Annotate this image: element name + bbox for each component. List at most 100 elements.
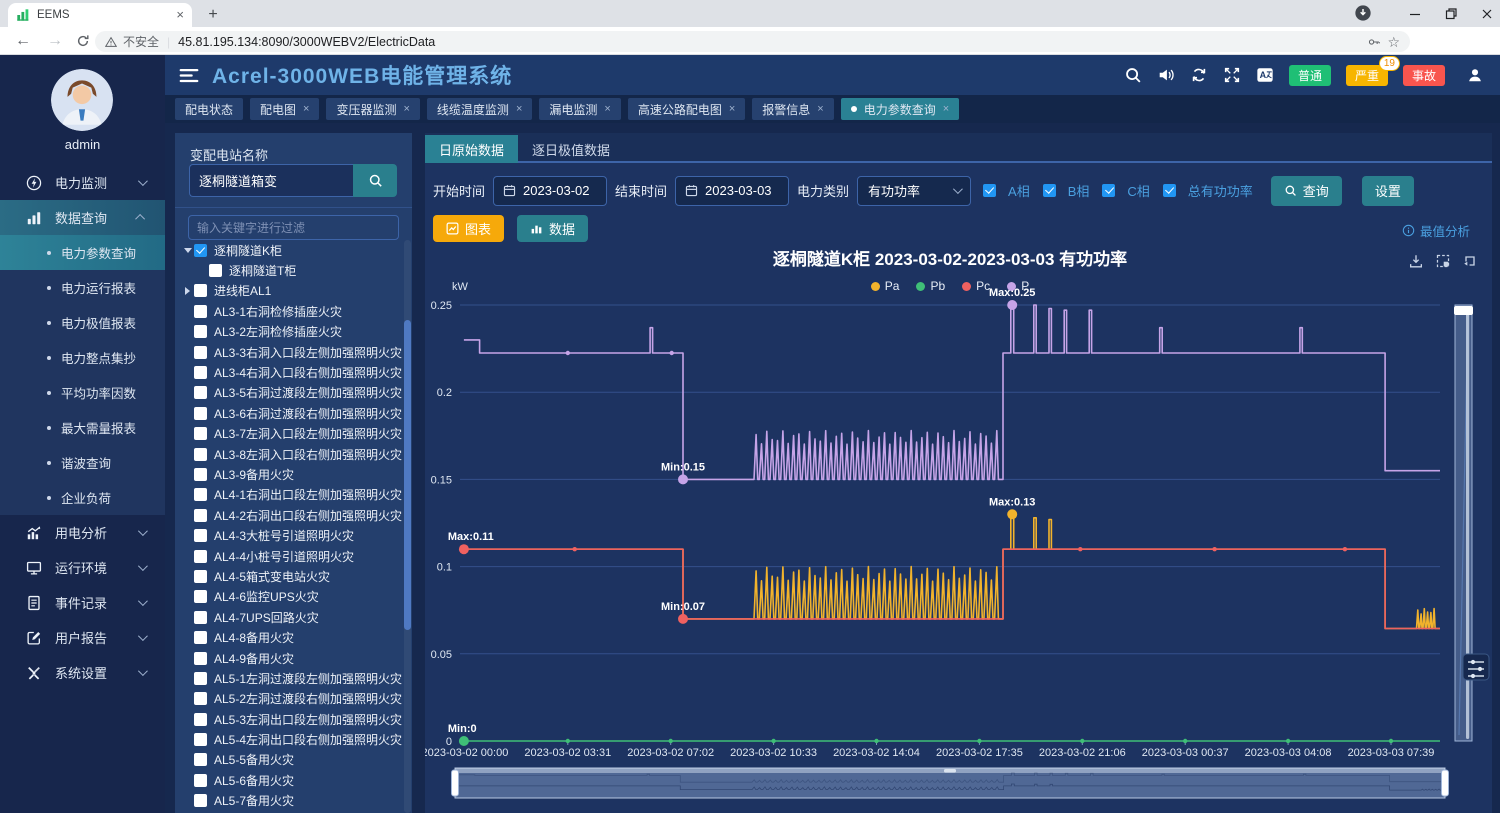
- tree-item[interactable]: AL5-6备用火灾: [181, 770, 403, 790]
- tab-close-icon[interactable]: ×: [516, 105, 522, 114]
- data-mode-tab[interactable]: 日原始数据: [425, 135, 518, 163]
- tree-scrollbar-thumb[interactable]: [404, 320, 411, 630]
- tree-item[interactable]: AL5-4左洞出口段右侧加强照明火灾: [181, 729, 403, 749]
- settings-button[interactable]: 设置: [1362, 176, 1414, 206]
- line-chart[interactable]: 00.050.10.150.20.25kW2023-03-02 00:00202…: [425, 268, 1492, 808]
- url-bar[interactable]: 不安全 | 45.81.195.134:8090/3000WEBV2/Elect…: [95, 31, 1410, 52]
- sidebar-item[interactable]: 用电分析: [0, 515, 165, 550]
- bookmark-star-icon[interactable]: ☆: [1387, 35, 1400, 49]
- tree-item[interactable]: AL5-5备用火灾: [181, 750, 403, 770]
- tree-checkbox[interactable]: [194, 733, 207, 746]
- tree-filter-input[interactable]: [188, 215, 399, 240]
- tree-checkbox[interactable]: [194, 325, 207, 338]
- tree-checkbox[interactable]: [194, 753, 207, 766]
- tree-item[interactable]: 进线柜AL1: [181, 281, 403, 301]
- tree-item[interactable]: AL4-5箱式变电站火灾: [181, 566, 403, 586]
- sidebar-subitem[interactable]: 电力整点集抄: [0, 340, 165, 375]
- tree-checkbox[interactable]: [194, 672, 207, 685]
- tree-checkbox[interactable]: [194, 488, 207, 501]
- tree-checkbox[interactable]: [194, 448, 207, 461]
- tab-close-icon[interactable]: ×: [303, 105, 309, 114]
- close-button[interactable]: [1480, 7, 1494, 21]
- tree-checkbox[interactable]: [194, 631, 207, 644]
- tree-item[interactable]: AL3-1右洞检修插座火灾: [181, 301, 403, 321]
- tree-checkbox[interactable]: [194, 366, 207, 379]
- station-search-button[interactable]: [353, 164, 397, 197]
- sidebar-subitem[interactable]: 电力极值报表: [0, 305, 165, 340]
- reload-button[interactable]: [76, 34, 90, 48]
- forward-button[interactable]: →: [46, 32, 64, 50]
- data-mode-tab[interactable]: 逐日极值数据: [518, 135, 624, 163]
- app-tab[interactable]: 漏电监测×: [539, 98, 620, 120]
- minimize-button[interactable]: [1408, 7, 1422, 21]
- tree-item[interactable]: AL5-2左洞过渡段右侧加强照明火灾: [181, 689, 403, 709]
- browser-tab[interactable]: EEMS ×: [8, 3, 192, 27]
- tree-item[interactable]: AL4-9备用火灾: [181, 648, 403, 668]
- tree-item[interactable]: AL4-4小桩号引道照明火灾: [181, 546, 403, 566]
- tree-item[interactable]: AL4-7UPS回路火灾: [181, 607, 403, 627]
- app-tab[interactable]: 配电图×: [250, 98, 319, 120]
- save-image-icon[interactable]: [1408, 253, 1424, 269]
- tree-item[interactable]: AL3-8左洞入口段右侧加强照明火灾: [181, 444, 403, 464]
- sidebar-item[interactable]: 系统设置: [0, 655, 165, 690]
- alarm-button[interactable]: 事故: [1403, 65, 1445, 86]
- tree-item[interactable]: AL3-3右洞入口段左侧加强照明火灾: [181, 342, 403, 362]
- alarm-button[interactable]: 严重19: [1346, 65, 1388, 86]
- tree-checkbox[interactable]: [194, 346, 207, 359]
- phase-checkbox[interactable]: C相: [1102, 181, 1149, 200]
- translate-icon[interactable]: A: [1256, 66, 1274, 84]
- tree-item[interactable]: AL3-7左洞入口段左侧加强照明火灾: [181, 424, 403, 444]
- tree-checkbox[interactable]: [194, 611, 207, 624]
- chrome-status-icon[interactable]: [1354, 4, 1372, 22]
- tree-expand-icon[interactable]: [184, 248, 192, 253]
- expand-icon[interactable]: [1223, 66, 1241, 84]
- tree-checkbox[interactable]: [194, 774, 207, 787]
- app-tab[interactable]: 报警信息×: [752, 98, 833, 120]
- app-tab[interactable]: 变压器监测×: [326, 98, 419, 120]
- alarm-button[interactable]: 普通: [1289, 65, 1331, 86]
- tab-close-icon[interactable]: ×: [943, 105, 949, 114]
- tree-checkbox[interactable]: [194, 550, 207, 563]
- tree-collapse-icon[interactable]: [185, 287, 190, 295]
- end-date-input[interactable]: 2023-03-03: [675, 176, 789, 206]
- password-key-icon[interactable]: [1367, 35, 1381, 49]
- tab-close-icon[interactable]: ×: [176, 10, 184, 20]
- tree-checkbox[interactable]: [194, 468, 207, 481]
- chart-view-button[interactable]: 图表: [433, 215, 504, 242]
- tree-checkbox[interactable]: [194, 407, 207, 420]
- user-icon[interactable]: [1466, 66, 1484, 84]
- tree-checkbox[interactable]: [194, 244, 207, 257]
- tree-item[interactable]: AL4-3大桩号引道照明火灾: [181, 525, 403, 545]
- sidebar-subitem[interactable]: 谐波查询: [0, 445, 165, 480]
- tree-item[interactable]: AL3-6右洞过渡段右侧加强照明火灾: [181, 403, 403, 423]
- tree-item[interactable]: AL5-1左洞过渡段左侧加强照明火灾: [181, 668, 403, 688]
- sidebar-item[interactable]: 运行环境: [0, 550, 165, 585]
- sidebar-subitem[interactable]: 最大需量报表: [0, 410, 165, 445]
- tree-item[interactable]: AL3-9备用火灾: [181, 464, 403, 484]
- tree-checkbox[interactable]: [194, 652, 207, 665]
- tree-item[interactable]: AL5-3左洞出口段左侧加强照明火灾: [181, 709, 403, 729]
- tab-close-icon[interactable]: ×: [729, 105, 735, 114]
- start-date-input[interactable]: 2023-03-02: [493, 176, 607, 206]
- tree-item[interactable]: AL3-4右洞入口段右侧加强照明火灾: [181, 362, 403, 382]
- tree-checkbox[interactable]: [194, 570, 207, 583]
- tree-item[interactable]: 逐桐隧道T柜: [181, 260, 403, 280]
- tree-item[interactable]: AL5-7备用火灾: [181, 791, 403, 811]
- tree-checkbox[interactable]: [194, 427, 207, 440]
- tree-checkbox[interactable]: [194, 590, 207, 603]
- tree-item[interactable]: AL4-2右洞出口段右侧加强照明火灾: [181, 505, 403, 525]
- tree-item[interactable]: AL3-5右洞过渡段左侧加强照明火灾: [181, 383, 403, 403]
- tree-item[interactable]: AL4-8备用火灾: [181, 627, 403, 647]
- sidebar-subitem[interactable]: 电力运行报表: [0, 270, 165, 305]
- tree-checkbox[interactable]: [194, 692, 207, 705]
- sidebar-item[interactable]: 电力监测: [0, 165, 165, 200]
- user-avatar[interactable]: [51, 69, 113, 131]
- phase-checkbox[interactable]: B相: [1043, 181, 1090, 200]
- sidebar-subitem[interactable]: 平均功率因数: [0, 375, 165, 410]
- tree-checkbox[interactable]: [194, 305, 207, 318]
- extreme-analysis-link[interactable]: 最值分析: [1402, 221, 1470, 240]
- tree-checkbox[interactable]: [194, 529, 207, 542]
- sidebar-item[interactable]: 数据查询: [0, 200, 165, 235]
- sync-icon[interactable]: [1190, 66, 1208, 84]
- tree-checkbox[interactable]: [194, 284, 207, 297]
